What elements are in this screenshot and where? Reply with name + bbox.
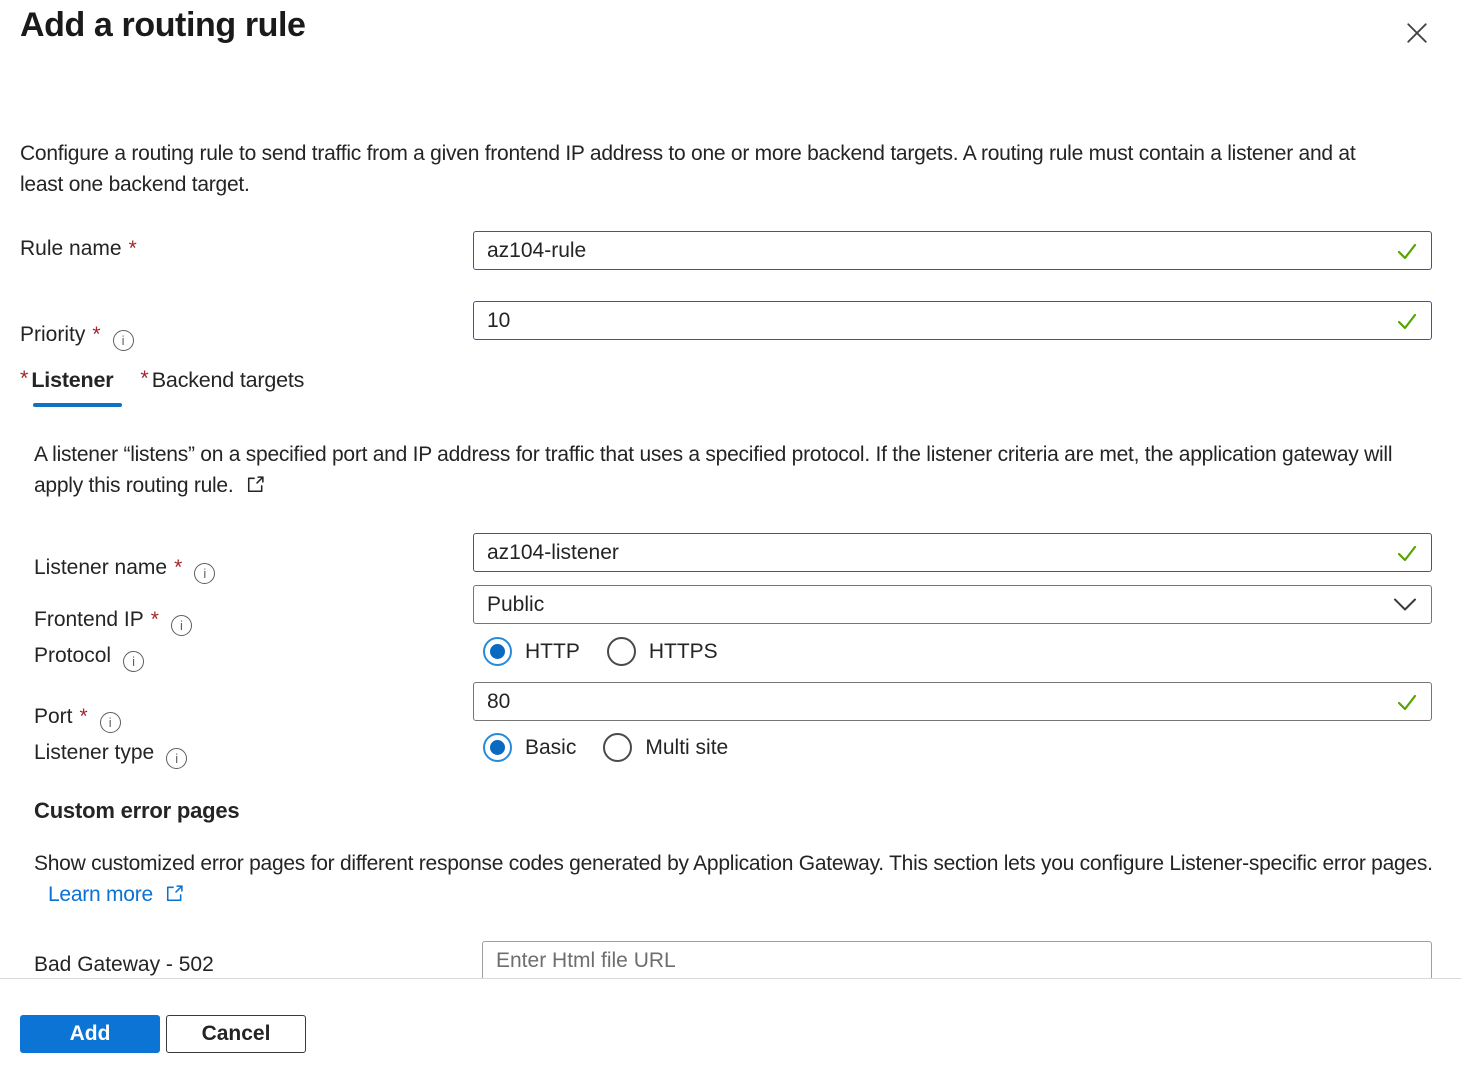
frontend-ip-dropdown[interactable]: Public — [473, 585, 1432, 624]
info-icon[interactable]: i — [194, 563, 215, 584]
rule-name-input[interactable] — [474, 232, 1395, 269]
protocol-label-text: Protocol — [34, 644, 111, 667]
required-marker: * — [80, 705, 88, 728]
listener-type-radio-group: Basic Multi site — [483, 733, 755, 762]
tab-listener[interactable]: * Listener — [20, 368, 113, 407]
frontend-ip-label-text: Frontend IP — [34, 608, 144, 631]
info-icon[interactable]: i — [123, 651, 144, 672]
listener-type-basic-label: Basic — [525, 736, 576, 760]
required-marker: * — [92, 323, 100, 346]
priority-label-text: Priority — [20, 323, 85, 346]
custom-error-pages-description: Show customized error pages for differen… — [34, 848, 1434, 910]
listener-type-multisite-radio[interactable]: Multi site — [603, 733, 728, 762]
protocol-radio-group: HTTP HTTPS — [483, 637, 745, 666]
valid-check-icon — [1395, 541, 1419, 565]
protocol-label: Protocol i — [34, 644, 144, 672]
add-routing-rule-dialog: Add a routing rule Configure a routing r… — [0, 0, 1461, 1067]
valid-check-icon — [1395, 690, 1419, 714]
page-title: Add a routing rule — [20, 6, 306, 45]
custom-error-pages-heading: Custom error pages — [34, 798, 239, 824]
listener-description: A listener “listens” on a specified port… — [34, 439, 1430, 501]
dialog-description: Configure a routing rule to send traffic… — [20, 138, 1394, 200]
port-label-text: Port — [34, 705, 73, 728]
radio-selected-icon — [483, 637, 512, 666]
info-icon[interactable]: i — [100, 712, 121, 733]
close-icon — [1403, 19, 1431, 47]
info-icon[interactable]: i — [171, 615, 192, 636]
port-label: Port * i — [34, 705, 121, 733]
custom-error-pages-description-text: Show customized error pages for differen… — [34, 852, 1433, 875]
priority-input[interactable] — [474, 302, 1395, 339]
protocol-http-radio[interactable]: HTTP — [483, 637, 580, 666]
required-marker: * — [129, 237, 137, 260]
listener-type-label: Listener type i — [34, 741, 187, 769]
bad-gateway-502-url-input[interactable] — [483, 942, 1431, 979]
info-icon[interactable]: i — [113, 330, 134, 351]
required-marker: * — [174, 556, 182, 579]
tab-backend-targets-label: Backend targets — [152, 368, 304, 393]
cancel-button[interactable]: Cancel — [166, 1015, 306, 1053]
listener-name-label-text: Listener name — [34, 556, 167, 579]
listener-name-input[interactable] — [474, 534, 1395, 571]
frontend-ip-label: Frontend IP * i — [34, 608, 192, 636]
port-field — [473, 682, 1432, 721]
protocol-https-radio[interactable]: HTTPS — [607, 637, 718, 666]
protocol-https-label: HTTPS — [649, 640, 718, 664]
priority-field — [473, 301, 1432, 340]
frontend-ip-selected-value: Public — [474, 593, 1393, 617]
chevron-down-icon — [1393, 597, 1417, 612]
close-button[interactable] — [1396, 12, 1438, 54]
required-marker: * — [140, 366, 148, 391]
tab-bar: * Listener * Backend targets — [20, 368, 304, 407]
info-icon[interactable]: i — [166, 748, 187, 769]
radio-selected-icon — [483, 733, 512, 762]
active-tab-underline — [33, 403, 122, 407]
listener-type-basic-radio[interactable]: Basic — [483, 733, 576, 762]
valid-check-icon — [1395, 309, 1419, 333]
listener-type-multisite-label: Multi site — [645, 736, 728, 760]
listener-description-text: A listener “listens” on a specified port… — [34, 443, 1392, 497]
learn-more-link[interactable]: Learn more — [48, 883, 153, 906]
required-marker: * — [20, 366, 28, 391]
protocol-http-label: HTTP — [525, 640, 580, 664]
dialog-footer: Add Cancel — [0, 978, 1461, 1067]
radio-unselected-icon — [607, 637, 636, 666]
required-marker: * — [151, 608, 159, 631]
external-link-icon[interactable] — [165, 884, 184, 903]
add-button[interactable]: Add — [20, 1015, 160, 1053]
bad-gateway-502-field — [482, 941, 1432, 980]
bad-gateway-502-label: Bad Gateway - 502 — [34, 953, 214, 977]
radio-unselected-icon — [603, 733, 632, 762]
tab-listener-label: Listener — [31, 368, 113, 393]
valid-check-icon — [1395, 239, 1419, 263]
port-input[interactable] — [474, 683, 1395, 720]
rule-name-label: Rule name * — [20, 237, 137, 261]
listener-type-label-text: Listener type — [34, 741, 154, 764]
listener-name-field — [473, 533, 1432, 572]
listener-name-label: Listener name * i — [34, 556, 215, 584]
rule-name-label-text: Rule name — [20, 237, 122, 260]
rule-name-field — [473, 231, 1432, 270]
external-link-icon[interactable] — [246, 475, 265, 494]
tab-backend-targets[interactable]: * Backend targets — [140, 368, 304, 407]
priority-label: Priority * i — [20, 323, 134, 351]
